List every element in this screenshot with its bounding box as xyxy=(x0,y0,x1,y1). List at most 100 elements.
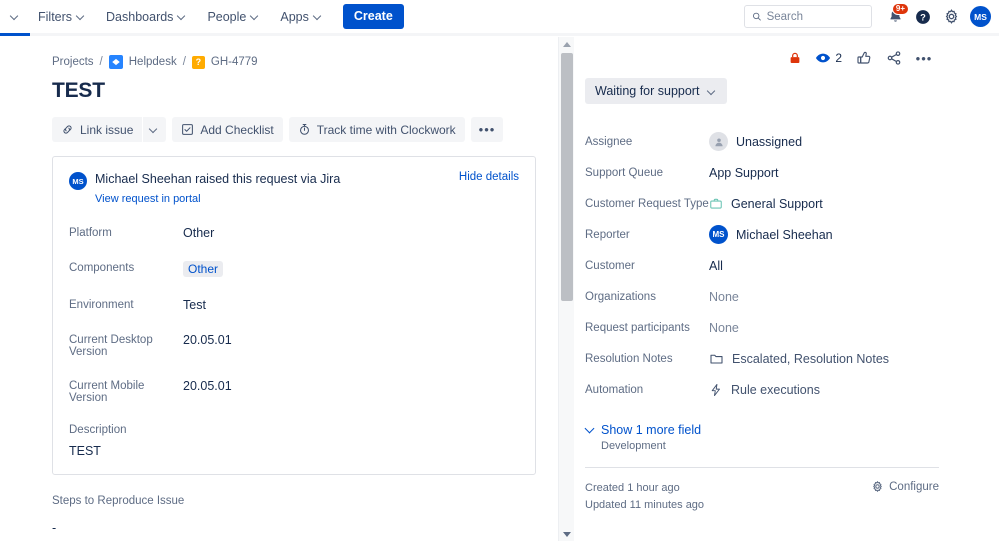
sidebar-more-actions-button[interactable]: ••• xyxy=(911,45,937,71)
eye-icon xyxy=(816,53,831,63)
search-input[interactable] xyxy=(766,10,864,23)
nav-item-label: Filters xyxy=(38,9,73,24)
field-label: Assignee xyxy=(585,135,633,148)
show-more-fields-button[interactable]: Show 1 more field xyxy=(585,423,939,437)
vote-button[interactable] xyxy=(851,45,877,71)
gear-icon xyxy=(945,9,957,24)
field-value-wrap[interactable]: Rule executions xyxy=(709,383,820,397)
field-value-wrap[interactable]: Escalated, Resolution Notes xyxy=(709,351,889,366)
track-time-button[interactable]: Track time with Clockwork xyxy=(288,117,465,142)
avatar-placeholder-icon xyxy=(709,132,728,151)
watchers-count: 2 xyxy=(835,51,842,65)
folder-icon xyxy=(709,351,724,366)
field-value: 20.05.01 xyxy=(183,378,232,393)
field-value: General Support xyxy=(731,196,823,211)
nav-item-filters[interactable]: Filters xyxy=(28,0,96,34)
breadcrumb-project[interactable]: Helpdesk xyxy=(129,56,177,68)
search-icon xyxy=(752,12,761,21)
breadcrumb-separator: / xyxy=(99,56,103,68)
lightning-icon xyxy=(709,383,723,397)
nav-item-apps[interactable]: Apps xyxy=(270,0,333,34)
detail-field-platform: Platform Other xyxy=(69,226,519,240)
description-value[interactable]: TEST xyxy=(69,444,519,458)
field-value[interactable]: App Support xyxy=(709,166,779,180)
lock-icon xyxy=(790,52,800,63)
watchers-button[interactable]: 2 xyxy=(812,45,847,71)
nav-item-label: Dashboards xyxy=(106,9,174,24)
sidebar-divider xyxy=(585,467,939,468)
issue-type-icon: ? xyxy=(191,55,205,69)
field-value: 20.05.01 xyxy=(183,332,232,347)
triangle-up-icon xyxy=(563,41,571,47)
field-reporter: Reporter MS Michael Sheehan xyxy=(585,219,939,250)
view-request-in-portal-link[interactable]: View request in portal xyxy=(95,193,340,205)
field-value: Test xyxy=(183,297,206,312)
add-checklist-button[interactable]: Add Checklist xyxy=(172,117,283,142)
more-actions-button[interactable]: ••• xyxy=(470,117,504,142)
detail-field-current-mobile-version: Current Mobile Version 20.05.01 xyxy=(69,379,519,404)
field-value: Escalated, Resolution Notes xyxy=(732,351,890,366)
svg-text:?: ? xyxy=(920,12,926,22)
notification-badge: 9+ xyxy=(891,2,909,16)
chevron-down-icon xyxy=(708,87,717,96)
raised-request-text: Michael Sheehan raised this request via … xyxy=(95,172,341,186)
field-value-wrap[interactable]: MS Michael Sheehan xyxy=(709,225,833,244)
breadcrumb-projects[interactable]: Projects xyxy=(52,56,94,68)
chevron-down-icon xyxy=(585,425,595,435)
page-load-progress-bar xyxy=(0,33,999,36)
share-button[interactable] xyxy=(881,45,907,71)
field-label: Current Mobile Version xyxy=(69,379,145,404)
field-label: Components xyxy=(69,261,135,274)
field-customer: Customer All xyxy=(585,250,939,281)
status-label: Waiting for support xyxy=(595,84,700,98)
request-details-card: MS Michael Sheehan raised this request v… xyxy=(52,156,536,475)
scroll-down-button[interactable] xyxy=(559,527,575,541)
field-label: Platform xyxy=(69,226,112,239)
created-timestamp: Created 1 hour ago xyxy=(585,482,680,494)
create-button[interactable]: Create xyxy=(342,4,404,29)
steps-to-reproduce-section: Steps to Reproduce Issue - xyxy=(52,495,536,535)
field-value-wrap[interactable]: Unassigned xyxy=(709,132,802,151)
chevron-down-icon xyxy=(150,125,159,134)
field-value[interactable]: None xyxy=(709,321,739,335)
field-label: Customer xyxy=(585,259,635,272)
status-dropdown-button[interactable]: Waiting for support xyxy=(585,78,728,104)
add-checklist-label: Add Checklist xyxy=(200,122,274,137)
field-value: Rule executions xyxy=(731,382,820,397)
main-scrollbar[interactable] xyxy=(558,37,574,541)
breadcrumb-separator: / xyxy=(182,56,186,68)
hide-details-button[interactable]: Hide details xyxy=(459,171,519,183)
link-issue-label: Link issue xyxy=(80,122,134,137)
page-title[interactable]: TEST xyxy=(52,79,536,103)
configure-button[interactable]: Configure xyxy=(871,480,939,493)
scroll-up-button[interactable] xyxy=(559,37,575,51)
nav-item-people[interactable]: People xyxy=(197,0,270,34)
link-issue-dropdown-button[interactable] xyxy=(143,117,167,142)
field-label: Resolution Notes xyxy=(585,352,673,365)
settings-button[interactable] xyxy=(938,4,964,30)
field-value[interactable]: None xyxy=(709,290,739,304)
notifications-button[interactable]: 9+ xyxy=(882,2,909,30)
share-icon xyxy=(887,51,901,65)
restricted-lock-button[interactable] xyxy=(782,45,808,71)
link-issue-button[interactable]: Link issue xyxy=(52,117,143,142)
updated-timestamp: Updated 11 minutes ago xyxy=(585,499,705,512)
user-avatar[interactable]: MS xyxy=(970,6,991,27)
help-button[interactable]: ? xyxy=(910,4,936,30)
field-value: Michael Sheehan xyxy=(736,227,833,242)
checkbox-check-icon xyxy=(182,124,194,135)
nav-item-label: Apps xyxy=(280,9,309,24)
field-value[interactable]: All xyxy=(709,259,723,273)
link-icon xyxy=(63,125,72,134)
component-link-other[interactable]: Other xyxy=(183,260,224,277)
search-box[interactable] xyxy=(744,5,872,28)
field-value-wrap[interactable]: General Support xyxy=(709,197,823,211)
request-type-icon xyxy=(709,197,723,211)
field-label: Customer Request Type xyxy=(585,197,709,210)
steps-to-reproduce-value[interactable]: - xyxy=(52,521,536,535)
app-switcher-chevron[interactable] xyxy=(2,0,28,34)
breadcrumb-issue-key[interactable]: GH-4779 xyxy=(211,56,258,68)
issue-fields-list: Assignee Unassigned Support Queue App Su… xyxy=(585,126,939,405)
nav-item-dashboards[interactable]: Dashboards xyxy=(96,0,197,34)
scrollbar-thumb[interactable] xyxy=(561,53,573,301)
